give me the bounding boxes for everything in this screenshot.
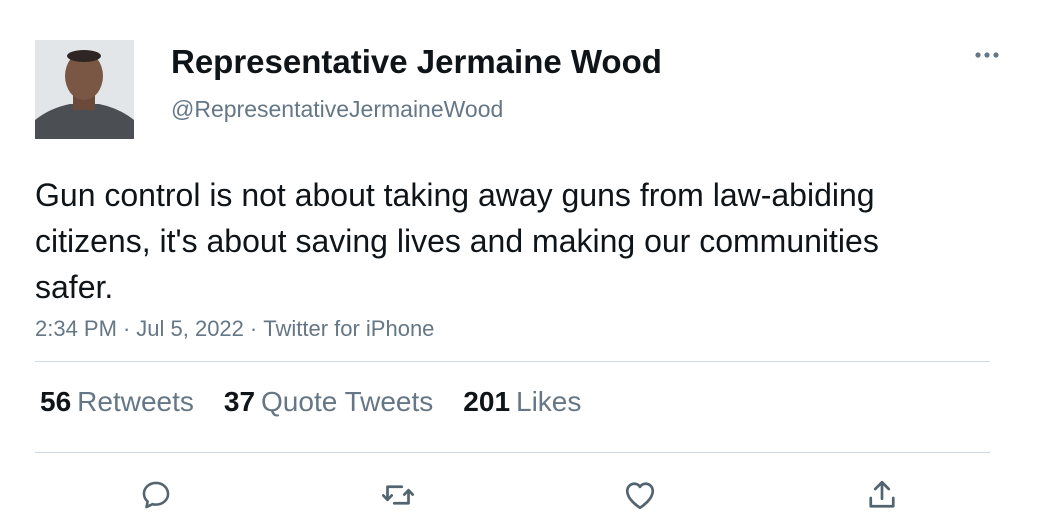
share-button[interactable] [857, 470, 907, 520]
share-icon [869, 480, 895, 508]
like-button[interactable] [615, 470, 665, 520]
quote-tweets-label: Quote Tweets [261, 386, 434, 417]
divider [35, 452, 990, 453]
likes-label: Likes [516, 386, 582, 417]
reply-button[interactable] [131, 470, 181, 520]
action-bar [0, 470, 1050, 520]
author-display-name[interactable]: Representative Jermaine Wood [171, 43, 662, 81]
more-horizontal-icon [975, 52, 999, 58]
meta-separator: · [122, 316, 131, 341]
quote-tweets-stat[interactable]: 37 Quote Tweets [224, 386, 433, 418]
retweets-stat[interactable]: 56 Retweets [40, 386, 194, 418]
retweets-count: 56 [40, 386, 72, 417]
likes-stat[interactable]: 201 Likes [463, 386, 581, 418]
retweet-icon [381, 485, 415, 505]
divider [35, 361, 990, 362]
quote-tweets-count: 37 [223, 386, 256, 417]
tweet-date[interactable]: Jul 5, 2022 [136, 316, 244, 341]
tweet-text: Gun control is not about taking away gun… [35, 177, 879, 305]
tweet-time[interactable]: 2:34 PM [35, 316, 117, 341]
meta-separator: · [249, 316, 258, 341]
engagement-stats: 56 Retweets 37 Quote Tweets 201 Likes [40, 386, 581, 418]
heart-icon [625, 482, 655, 510]
retweet-button[interactable] [373, 470, 423, 520]
reply-bubble-icon [142, 481, 170, 509]
tweet-source[interactable]: Twitter for iPhone [263, 316, 434, 341]
avatar[interactable] [35, 40, 134, 139]
likes-count: 201 [463, 386, 511, 417]
retweets-label: Retweets [77, 386, 194, 417]
more-options-button[interactable] [968, 40, 1008, 70]
tweet-meta: 2:34 PM · Jul 5, 2022 · Twitter for iPhone [35, 316, 434, 342]
author-handle[interactable]: @RepresentativeJermaineWood [171, 96, 503, 123]
